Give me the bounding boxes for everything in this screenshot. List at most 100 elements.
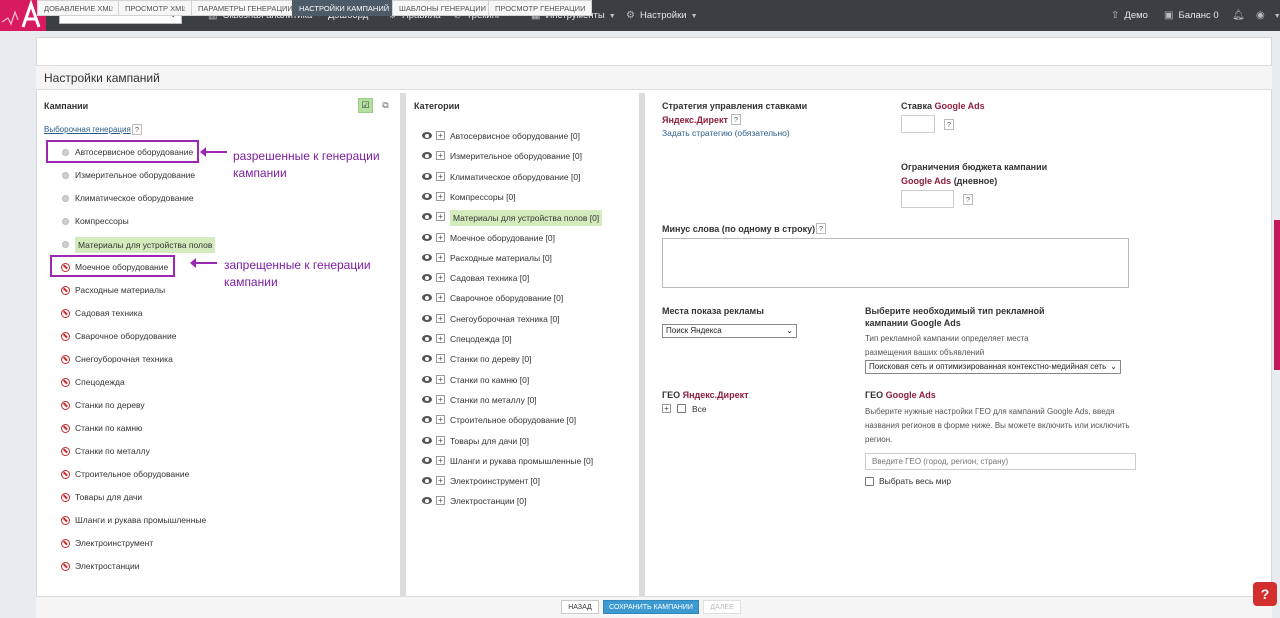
status-forbidden-icon[interactable]	[61, 286, 70, 295]
user-icon: ◉	[1256, 10, 1265, 21]
eye-icon[interactable]	[422, 233, 432, 241]
expand-icon[interactable]: +	[436, 273, 445, 283]
budget-label: Ограничения бюджета кампании	[901, 162, 1048, 172]
column-splitter[interactable]	[639, 93, 645, 596]
status-allowed-icon[interactable]	[62, 218, 69, 225]
help-chat-icon[interactable]: ?	[1253, 582, 1277, 606]
page-title: Настройки кампаний	[36, 65, 1272, 90]
expand-icon[interactable]: +	[436, 191, 445, 201]
budget-input[interactable]	[901, 190, 954, 208]
status-forbidden-icon[interactable]	[61, 309, 70, 318]
expand-icon[interactable]: +	[436, 435, 445, 445]
chevron-right-icon: ›	[480, 3, 484, 12]
help-icon[interactable]: ?	[731, 114, 741, 125]
campaign-label: Станки по металлу	[75, 446, 150, 456]
status-forbidden-icon[interactable]	[61, 332, 70, 341]
help-icon[interactable]: ?	[963, 194, 973, 205]
help-icon[interactable]: ?	[816, 223, 826, 234]
annotation-box-forbidden	[50, 255, 175, 277]
category-label: Станки по металлу [0]	[450, 394, 537, 405]
next-button[interactable]: Далее	[703, 600, 741, 614]
eye-icon[interactable]	[422, 253, 432, 261]
category-label: Спецодежда [0]	[450, 334, 512, 344]
expand-icon[interactable]: +	[436, 334, 445, 343]
expand-icon[interactable]: +	[436, 476, 445, 486]
eye-icon[interactable]	[422, 132, 432, 139]
wizard-step-view-generation[interactable]: Просмотр генерации	[488, 0, 593, 16]
geo-yandex-label: ГЕО Яндекс.Директ	[662, 390, 749, 400]
category-label: Климатическое оборудование [0]	[450, 171, 581, 182]
expand-icon[interactable]: +	[436, 394, 445, 404]
bell-icon[interactable]: 🔔︎	[1232, 0, 1250, 31]
expand-icon[interactable]: +	[436, 374, 445, 384]
expand-icon[interactable]: +	[436, 171, 445, 181]
save-campaigns-button[interactable]: Сохранить кампании	[603, 600, 699, 614]
campaign-type-hint: Тип рекламной кампании определяет места …	[865, 334, 1029, 357]
category-label: Станки по дереву [0]	[450, 354, 532, 365]
set-strategy-link[interactable]: Задать стратегию (обязательно)	[662, 128, 790, 138]
back-button[interactable]: Назад	[561, 600, 599, 614]
status-forbidden-icon[interactable]	[61, 378, 70, 387]
budget-sublabel: Google Ads (дневное)	[901, 176, 998, 186]
status-allowed-icon[interactable]	[62, 172, 69, 179]
expand-icon[interactable]: +	[436, 151, 445, 161]
status-allowed-icon[interactable]	[62, 241, 69, 248]
expand-icon[interactable]: +	[436, 415, 445, 425]
chevron-right-icon: ›	[182, 3, 186, 12]
placements-select[interactable]: Поиск Яндекса ⌄	[662, 324, 797, 338]
google-bid-input[interactable]	[901, 115, 935, 133]
eye-icon[interactable]	[422, 456, 432, 464]
expand-icon[interactable]: +	[662, 404, 671, 413]
nav-balance[interactable]: ▣ Баланс 0	[1164, 0, 1219, 31]
help-icon[interactable]: ?	[132, 124, 142, 135]
status-forbidden-icon[interactable]	[61, 447, 70, 456]
eye-icon[interactable]	[422, 335, 432, 342]
campaign-type-select[interactable]: Поисковая сеть и оптимизированная контек…	[865, 360, 1121, 374]
user-menu[interactable]: ◉ ▼	[1256, 0, 1280, 31]
status-forbidden-icon[interactable]	[61, 539, 70, 548]
expand-icon[interactable]: +	[436, 496, 445, 506]
category-label: Компрессоры [0]	[450, 191, 516, 202]
status-forbidden-icon[interactable]	[61, 493, 70, 502]
nav-settings[interactable]: ⚙ Настройки ▼	[626, 0, 698, 31]
expand-icon[interactable]: +	[436, 455, 445, 465]
whole-world-checkbox[interactable]	[865, 477, 874, 486]
status-allowed-icon[interactable]	[62, 195, 69, 202]
expand-icon[interactable]: +	[436, 212, 445, 222]
category-label: Товары для дачи [0]	[450, 435, 529, 446]
eye-icon[interactable]	[422, 375, 432, 383]
copy-button[interactable]: ⧉	[378, 98, 393, 113]
side-feedback-tab[interactable]	[1274, 220, 1280, 370]
selective-generation-link[interactable]: Выборочная генерация	[44, 125, 131, 134]
category-label: Снегоуборочная техника [0]	[450, 313, 560, 324]
geo-all-checkbox[interactable]	[677, 404, 686, 413]
status-forbidden-icon[interactable]	[61, 401, 70, 410]
category-label: Сварочное оборудование [0]	[450, 293, 564, 304]
geo-input[interactable]	[865, 453, 1136, 470]
wallet-icon: ▣	[1164, 10, 1174, 21]
eye-icon[interactable]	[422, 314, 432, 322]
expand-icon[interactable]: +	[436, 232, 445, 242]
expand-icon[interactable]: +	[436, 131, 445, 140]
nav-demo[interactable]: ⇧ Демо	[1111, 0, 1148, 31]
eye-icon[interactable]	[422, 192, 432, 200]
expand-icon[interactable]: +	[436, 293, 445, 303]
expand-icon[interactable]: +	[436, 313, 445, 323]
status-forbidden-icon[interactable]	[61, 470, 70, 479]
eye-icon[interactable]	[422, 395, 432, 403]
eye-icon[interactable]	[422, 172, 432, 180]
content-card	[36, 37, 1272, 618]
category-label: Электроинструмент [0]	[450, 476, 541, 487]
help-icon[interactable]: ?	[944, 119, 954, 130]
campaigns-header: Кампании	[44, 101, 89, 111]
select-all-button[interactable]: ☑	[358, 98, 373, 113]
eye-icon[interactable]	[422, 436, 432, 444]
status-forbidden-icon[interactable]	[61, 562, 70, 571]
expand-icon[interactable]: +	[436, 354, 445, 364]
status-forbidden-icon[interactable]	[61, 424, 70, 433]
status-forbidden-icon[interactable]	[61, 516, 70, 525]
minus-words-textarea[interactable]	[662, 238, 1129, 288]
expand-icon[interactable]: +	[436, 252, 445, 262]
status-forbidden-icon[interactable]	[61, 355, 70, 364]
column-splitter[interactable]	[400, 93, 406, 596]
